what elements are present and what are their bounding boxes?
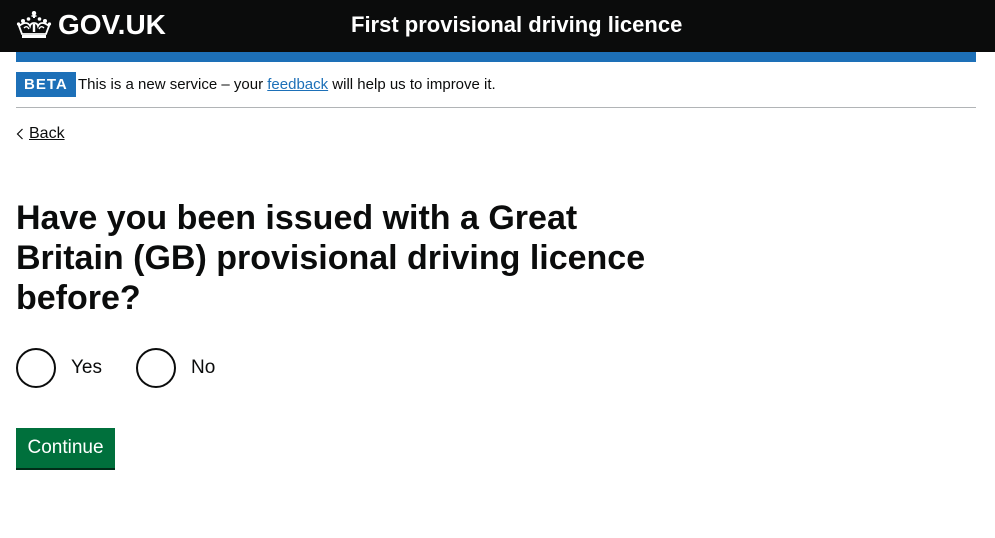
radio-yes-label[interactable]: Yes [71, 356, 102, 380]
radio-yes[interactable]: Yes [16, 348, 102, 388]
back-link[interactable]: Back [16, 124, 65, 144]
phase-banner: BETA This is a new service – your feedba… [16, 72, 976, 108]
phase-banner-text: This is a new service – your feedback wi… [78, 75, 496, 95]
service-name-link[interactable]: First provisional driving licence [351, 11, 682, 39]
radio-group: Yes No [16, 348, 215, 388]
radio-no-circle[interactable] [136, 348, 176, 388]
crown-icon [16, 11, 52, 38]
radio-no-label[interactable]: No [191, 356, 215, 380]
feedback-link[interactable]: feedback [267, 76, 328, 93]
phase-text-after: will help us to improve it. [328, 76, 496, 93]
continue-button[interactable]: Continue [16, 428, 115, 468]
back-link-label: Back [29, 125, 65, 142]
header-blue-bar [16, 52, 976, 62]
radio-no[interactable]: No [136, 348, 215, 388]
page-title: Have you been issued with a Great Britai… [16, 199, 646, 317]
logo-text: GOV.UK [58, 9, 166, 40]
beta-tag: BETA [16, 72, 76, 97]
govuk-logo-link[interactable]: GOV.UK [16, 10, 166, 40]
header: GOV.UK First provisional driving licence [0, 0, 995, 52]
radio-yes-circle[interactable] [16, 348, 56, 388]
phase-text-before: This is a new service – your [78, 76, 268, 93]
chevron-left-icon [16, 128, 23, 140]
